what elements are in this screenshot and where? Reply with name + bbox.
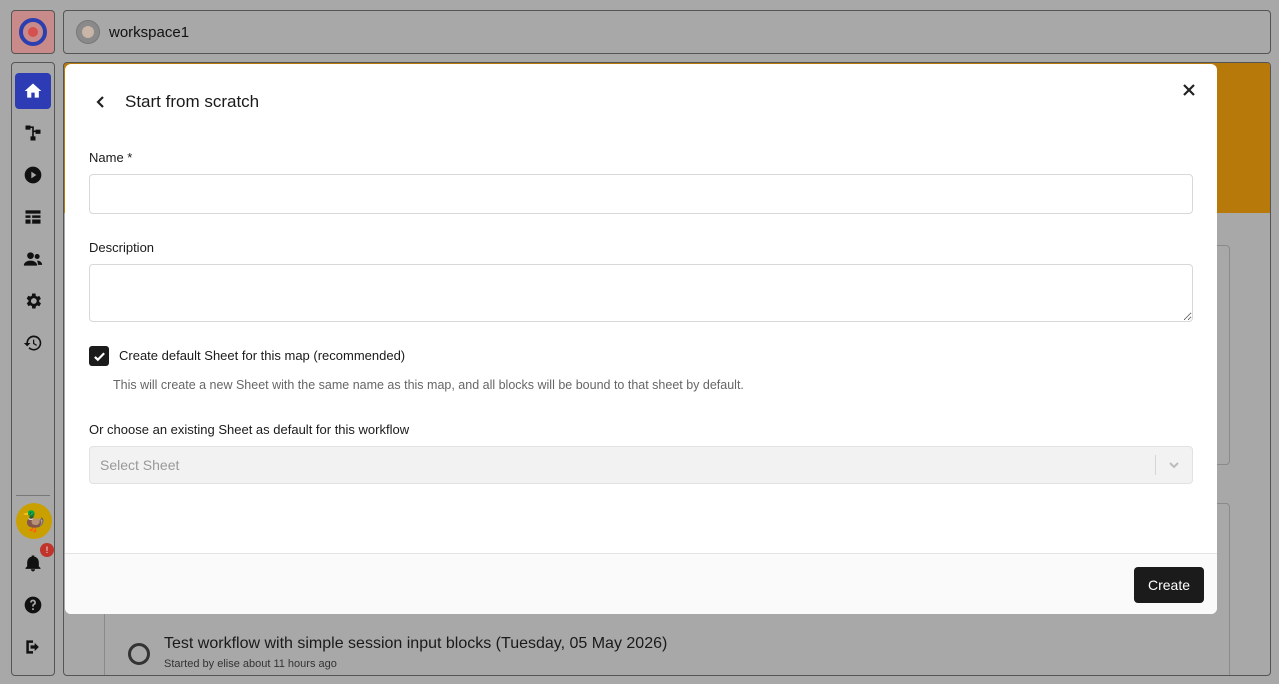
user-avatar[interactable]: 🦆 [16,503,52,539]
table-icon[interactable] [15,199,51,235]
existing-sheet-label: Or choose an existing Sheet as default f… [89,422,410,437]
back-arrow-icon[interactable] [89,90,113,114]
workflow-run-icon [128,643,150,665]
start-from-scratch-modal: Start from scratch Name * Description Cr… [65,64,1217,614]
select-sheet-dropdown[interactable]: Select Sheet [89,446,1193,484]
run-title: Test workflow with simple session input … [164,635,668,652]
gear-icon[interactable] [15,283,51,319]
logout-icon[interactable] [15,629,51,665]
workspace-avatar[interactable] [76,20,100,44]
run-subtitle: Started by elise about 11 hours ago [164,658,337,670]
notification-badge: ! [40,543,54,557]
modal-header: Start from scratch [89,90,259,114]
create-button[interactable]: Create [1133,567,1204,603]
logo-icon [19,18,47,46]
create-default-sheet-checkbox[interactable] [89,346,109,366]
help-icon[interactable] [15,587,51,623]
home-icon[interactable] [15,73,51,109]
description-input[interactable] [89,264,1193,322]
create-default-sheet-label[interactable]: Create default Sheet for this map (recom… [119,348,405,363]
history-icon[interactable] [15,325,51,361]
modal-title: Start from scratch [125,92,260,111]
create-default-sheet-hint: This will create a new Sheet with the sa… [113,378,744,392]
users-icon[interactable] [15,241,51,277]
select-sheet-placeholder: Select Sheet [100,457,180,473]
close-icon[interactable] [1179,80,1199,100]
sidebar-divider [16,495,50,496]
modal-footer: Create [65,553,1217,614]
run-list-item[interactable]: Test workflow with simple session input … [128,635,667,670]
workspace-name[interactable]: workspace1 [109,24,189,41]
description-label: Description [89,240,155,255]
topbar: workspace1 [63,10,1271,54]
name-label: Name * [89,150,133,165]
checkmark-icon [93,351,105,361]
name-input[interactable] [89,174,1193,214]
workflow-icon[interactable] [15,115,51,151]
sidebar: 🦆 ! [11,62,55,676]
app-logo[interactable] [11,10,55,54]
chevron-down-icon[interactable] [1156,459,1192,471]
play-icon[interactable] [15,157,51,193]
